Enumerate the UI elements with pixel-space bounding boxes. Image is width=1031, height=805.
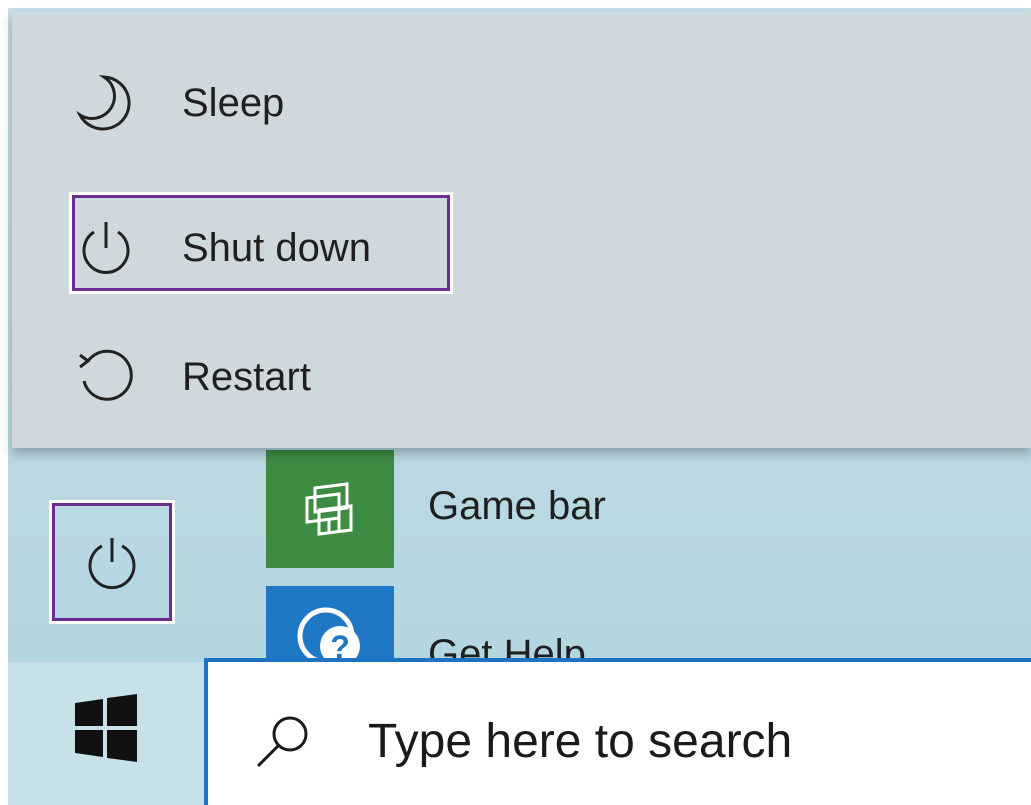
power-button[interactable]: [49, 500, 175, 624]
shut-down-highlight: [69, 192, 453, 294]
search-placeholder: Type here to search: [368, 715, 793, 768]
get-help-icon: ?: [297, 607, 360, 666]
game-bar-icon: [305, 482, 353, 536]
menu-item-label: Restart: [182, 354, 311, 399]
power-icon: [88, 538, 136, 590]
search-icon: [256, 716, 308, 768]
get-help-tile[interactable]: ?: [266, 586, 394, 666]
screen: Game bar ? Get Help Sleep Shut down Rest…: [0, 0, 1031, 805]
menu-item-label: Sleep: [182, 80, 285, 125]
restart-icon: [70, 341, 142, 413]
power-menu: Sleep Shut down Restart: [12, 12, 1031, 448]
moon-icon: [70, 67, 142, 139]
game-bar-label: Game bar: [428, 484, 606, 528]
windows-logo-icon: [75, 694, 137, 762]
menu-item-restart[interactable]: Restart: [70, 330, 311, 424]
menu-item-sleep[interactable]: Sleep: [70, 56, 284, 150]
search-box[interactable]: Type here to search: [204, 658, 1031, 805]
game-bar-tile[interactable]: [266, 450, 394, 568]
start-button[interactable]: [64, 686, 148, 770]
